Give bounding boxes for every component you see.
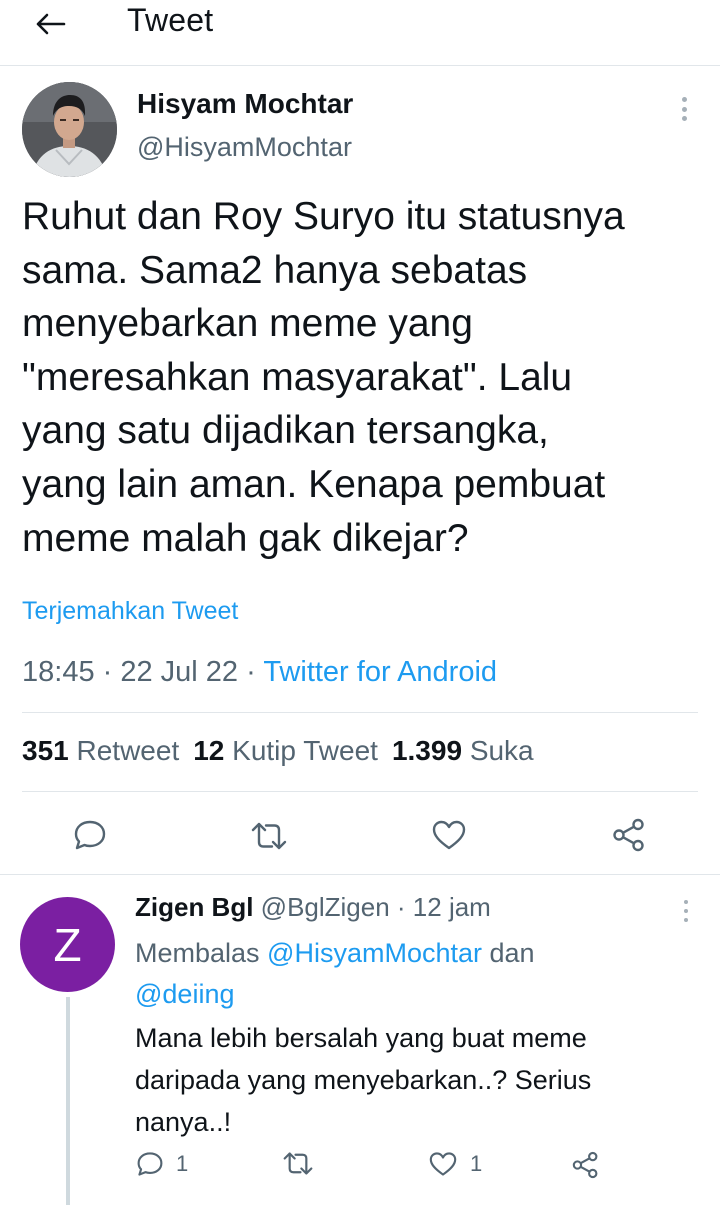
- tweet-text-line: Ruhut dan Roy Suryo itu statusnya: [22, 195, 625, 238]
- tweet-text: Ruhut dan Roy Suryo itu statusnya sama. …: [22, 190, 712, 565]
- likes-count: 1.399: [391, 735, 463, 766]
- reply-author-name[interactable]: Zigen Bgl: [135, 892, 253, 922]
- retweet-button[interactable]: [248, 816, 290, 856]
- reply-author-handle[interactable]: @BglZigen: [261, 892, 390, 922]
- reply-like-button[interactable]: 1: [428, 1151, 482, 1177]
- like-button[interactable]: [429, 815, 469, 855]
- tweet-text-line: sama. Sama2 hanya sebatas: [22, 248, 528, 292]
- share-icon: [572, 1151, 598, 1179]
- back-button[interactable]: [30, 6, 70, 42]
- reply-time: 12 jam: [412, 892, 491, 922]
- share-button[interactable]: [609, 815, 649, 855]
- divider: [22, 712, 698, 713]
- share-icon: [613, 818, 644, 852]
- replying-prefix: Membalas: [135, 938, 268, 968]
- more-vertical-icon[interactable]: [674, 94, 694, 124]
- meta-separator: ·: [389, 892, 413, 922]
- reply-like-count: 1: [470, 1151, 483, 1176]
- reply-avatar[interactable]: Z: [20, 897, 115, 992]
- more-vertical-icon[interactable]: [676, 898, 696, 924]
- quotes-stat[interactable]: 12 Kutip Tweet: [193, 735, 378, 766]
- reply-separator: [0, 874, 720, 875]
- tweet-stats: 351 Retweet 12 Kutip Tweet 1.399 Suka: [22, 735, 534, 767]
- arrow-left-icon: [36, 13, 66, 35]
- reply-retweet-button[interactable]: [282, 1151, 314, 1176]
- tweet-text-line: meme malah gak dikejar?: [22, 516, 469, 560]
- reply-reply-count: 1: [176, 1151, 189, 1176]
- author-photo: [22, 82, 117, 177]
- mention-link[interactable]: @deiing: [135, 979, 234, 1009]
- meta-separator: ·: [238, 656, 264, 688]
- reply-text: Mana lebih bersalah yang buat meme darip…: [135, 1017, 591, 1143]
- replying-conj: dan: [482, 938, 535, 968]
- retweets-stat[interactable]: 351 Retweet: [22, 735, 179, 766]
- meta-separator: ·: [94, 656, 121, 688]
- likes-stat[interactable]: 1.399 Suka: [392, 735, 534, 766]
- heart-icon: [429, 1152, 457, 1176]
- quotes-count: 12: [193, 735, 225, 766]
- mention-link[interactable]: @HisyamMochtar: [267, 938, 482, 968]
- quotes-label: Kutip Tweet: [232, 735, 378, 766]
- page-title: Tweet: [127, 2, 214, 38]
- reply-text-line: Mana lebih bersalah yang buat meme: [135, 1023, 587, 1053]
- author-name[interactable]: Hisyam Mochtar: [137, 88, 353, 120]
- heart-icon: [432, 820, 466, 850]
- top-bar: Tweet: [0, 0, 720, 66]
- reply-reply-button[interactable]: 1: [136, 1151, 188, 1177]
- tweet-text-line: yang lain aman. Kenapa pembuat: [22, 462, 606, 506]
- tweet-meta: 18:45 · 22 Jul 22 · Twitter for Android: [22, 656, 497, 689]
- likes-label: Suka: [469, 735, 534, 766]
- retweets-count: 351: [22, 735, 69, 766]
- tweet-time: 18:45: [22, 656, 95, 688]
- comment-icon: [137, 1152, 163, 1176]
- translate-tweet-link[interactable]: Terjemahkan Tweet: [22, 597, 238, 626]
- tweet-text-line: menyebarkan meme yang: [22, 302, 473, 346]
- retweet-icon: [283, 1152, 313, 1175]
- reply-button[interactable]: [70, 815, 110, 855]
- author-avatar[interactable]: [22, 82, 117, 177]
- thread-line: [66, 997, 70, 1205]
- tweet-date: 22 Jul 22: [120, 656, 239, 688]
- retweet-icon: [251, 822, 287, 850]
- reply-text-line: daripada yang menyebarkan..? Serius: [135, 1065, 592, 1095]
- author-handle[interactable]: @HisyamMochtar: [137, 132, 352, 163]
- comment-icon: [74, 820, 106, 850]
- tweet-text-line: yang satu dijadikan tersangka,: [22, 409, 549, 453]
- tweet-source-link[interactable]: Twitter for Android: [263, 656, 497, 688]
- divider: [22, 791, 698, 792]
- retweets-label: Retweet: [76, 735, 180, 766]
- replying-to: Membalas @HisyamMochtar dan @deiing: [135, 933, 675, 1015]
- reply-share-button[interactable]: [571, 1151, 600, 1179]
- reply-text-line: nanya..!: [135, 1107, 232, 1137]
- reply-header: Zigen Bgl @BglZigen · 12 jam: [135, 892, 491, 923]
- tweet-text-line: "meresahkan masyarakat". Lalu: [22, 355, 573, 399]
